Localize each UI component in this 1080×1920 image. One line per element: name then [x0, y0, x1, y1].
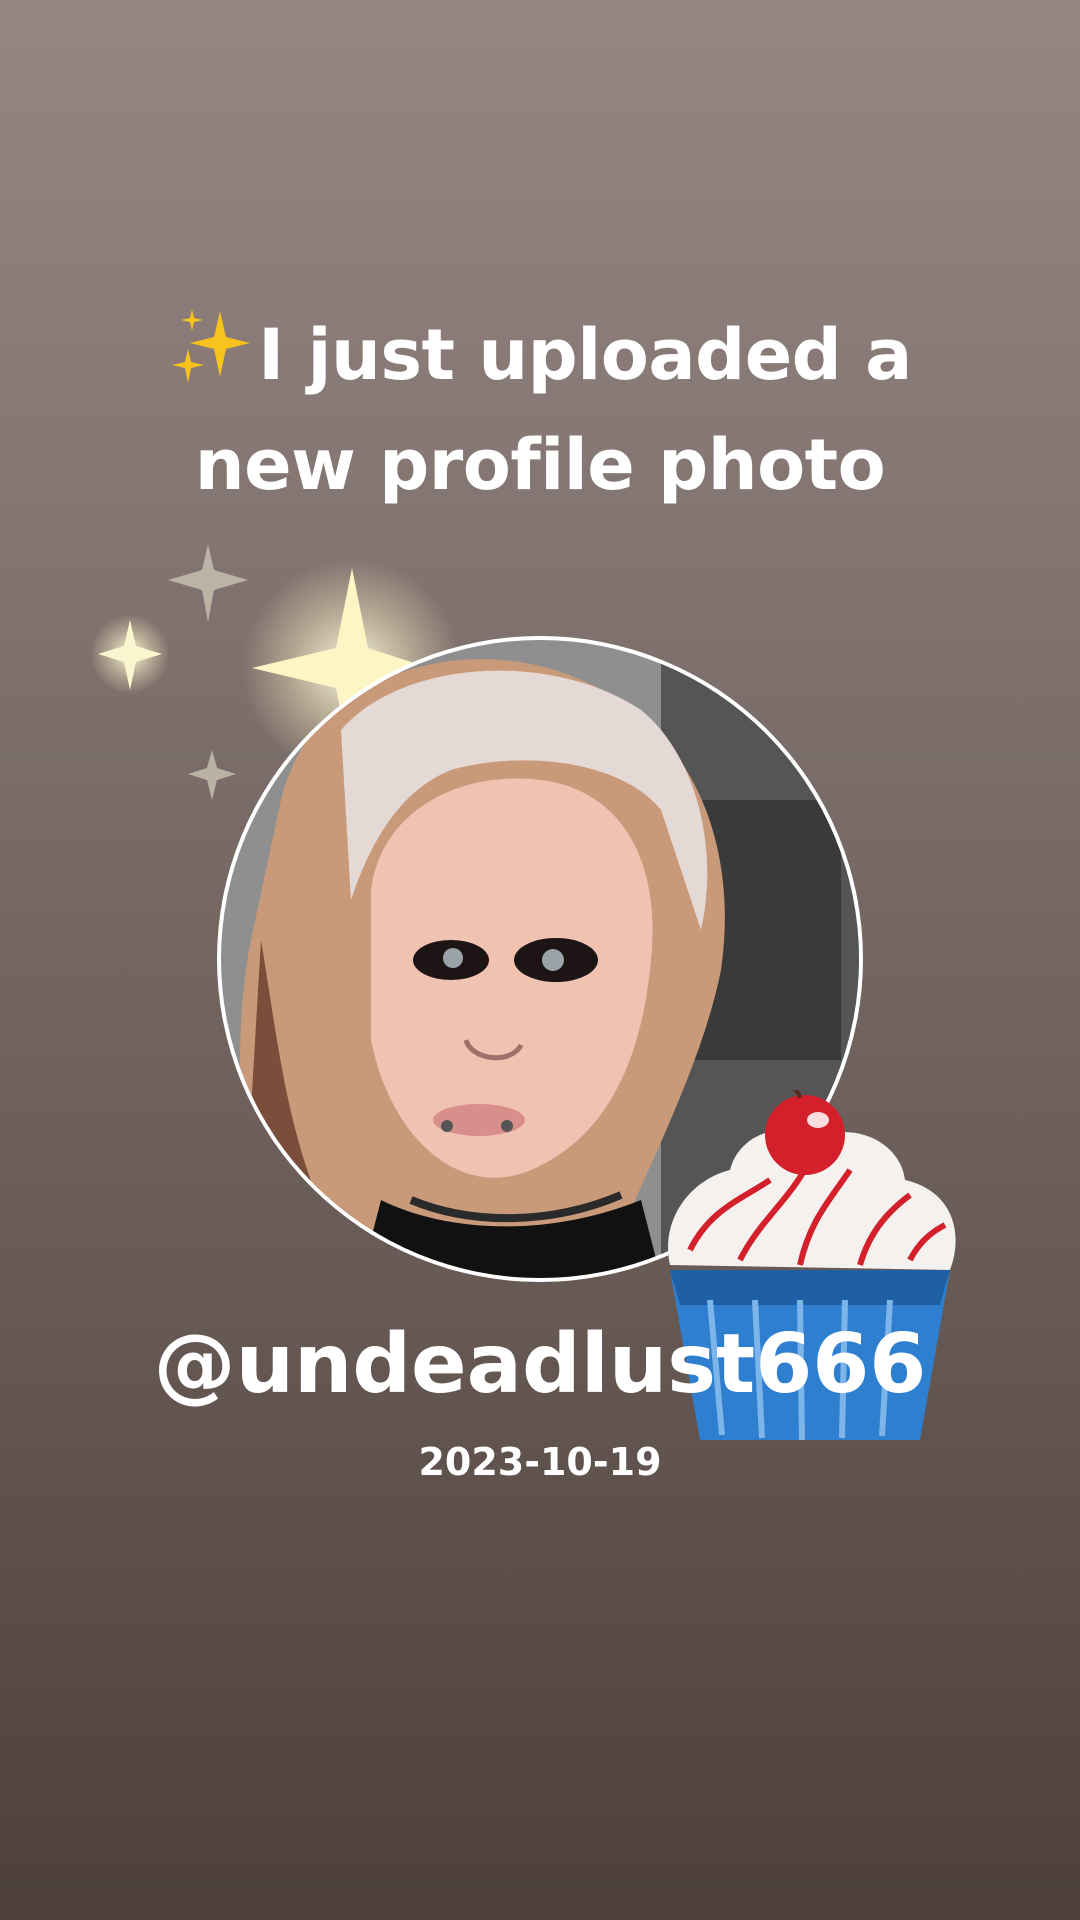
- sparkles-emoji-icon: [172, 309, 251, 383]
- headline-line-1: I just uploaded a: [0, 300, 1080, 410]
- headline-line-2: new profile photo: [194, 424, 886, 506]
- username: @undeadlust666: [153, 1317, 927, 1412]
- headline: I just uploaded a new profile photo: [0, 300, 1080, 520]
- headline-text-line-1: I just uploaded a: [258, 314, 912, 396]
- upload-date: 2023-10-19: [418, 1440, 662, 1484]
